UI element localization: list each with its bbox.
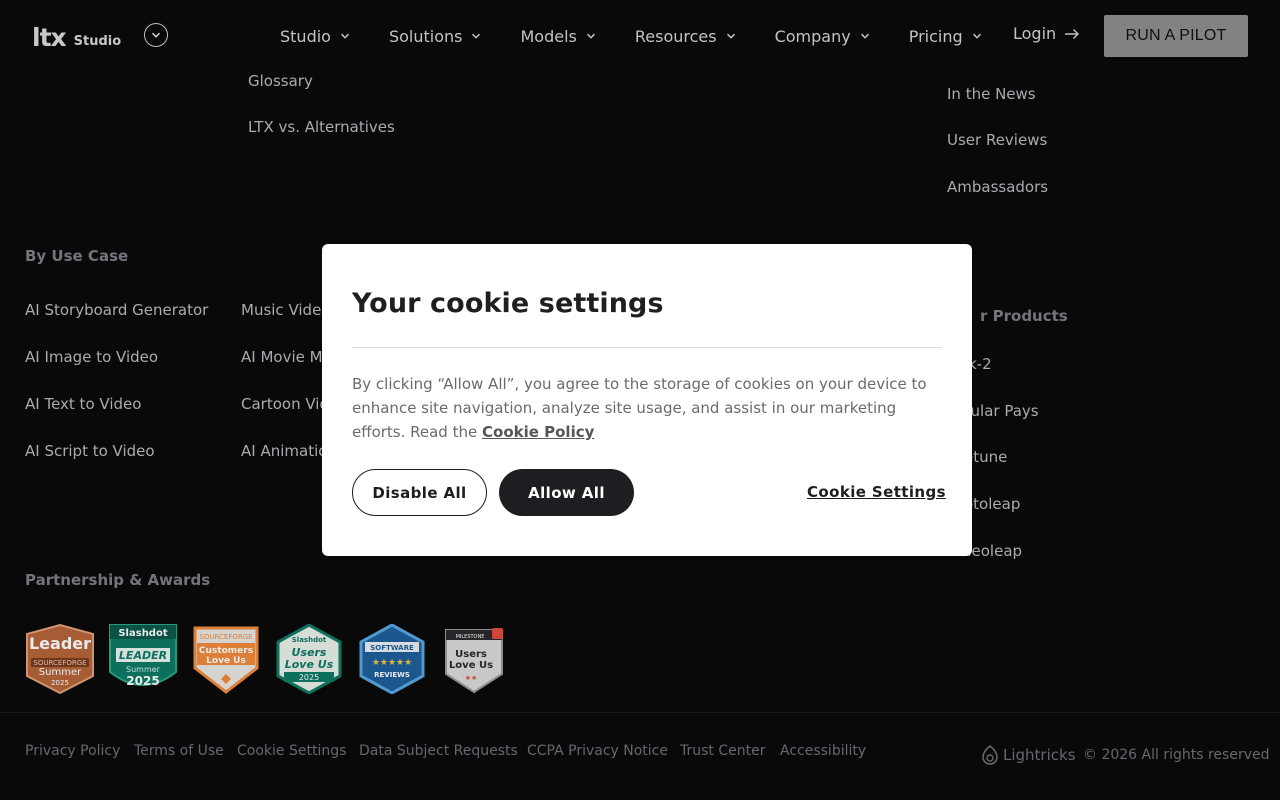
cookie-settings-dialog: Your cookie settings By clicking “Allow …: [322, 244, 972, 556]
cookie-dialog-divider: [352, 347, 942, 348]
cookie-dialog-title: Your cookie settings: [352, 288, 664, 319]
allow-all-button[interactable]: Allow All: [499, 469, 634, 516]
cookie-dialog-text: By clicking “Allow All”, you agree to th…: [352, 375, 927, 441]
cookie-policy-link[interactable]: Cookie Policy: [482, 423, 594, 441]
cookie-dialog-body: By clicking “Allow All”, you agree to th…: [352, 372, 932, 444]
cookie-settings-button[interactable]: Cookie Settings: [807, 483, 946, 501]
disable-all-button[interactable]: Disable All: [352, 469, 487, 516]
